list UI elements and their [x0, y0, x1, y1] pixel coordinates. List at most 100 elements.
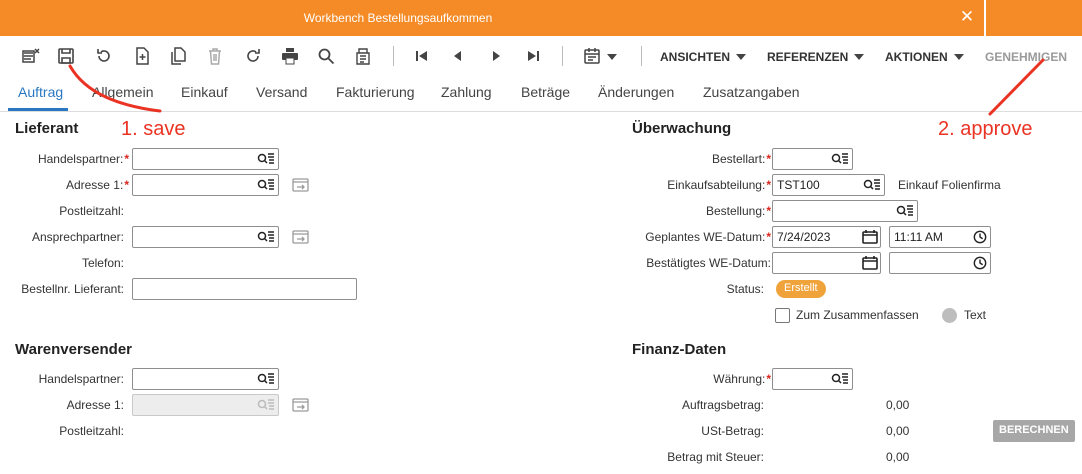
- close-icon[interactable]: ✕: [958, 7, 976, 27]
- new-cancel-icon[interactable]: [20, 45, 42, 67]
- tab-auftrag[interactable]: Auftrag: [18, 84, 63, 100]
- document-list-icon[interactable]: [352, 45, 374, 67]
- section-title-warenversender: Warenversender: [15, 341, 132, 358]
- delete-icon[interactable]: [204, 45, 226, 67]
- lookup-list-icon[interactable]: [896, 204, 914, 218]
- lookup-list-icon[interactable]: [863, 178, 881, 192]
- einkaufsabteilung-description: Einkauf Folienfirma: [898, 178, 1001, 192]
- print-icon[interactable]: [279, 45, 301, 67]
- lookup-list-icon[interactable]: [257, 152, 275, 166]
- required-marker: *: [124, 178, 129, 192]
- save-icon[interactable]: [55, 45, 77, 67]
- bestellart-input[interactable]: [772, 148, 853, 170]
- waehrung-input[interactable]: [772, 368, 853, 390]
- geplantes-date-value: 7/24/2023: [777, 230, 831, 244]
- required-marker: *: [766, 178, 771, 192]
- label-waehrung-text: Währung:: [713, 372, 766, 386]
- required-marker: *: [766, 152, 771, 166]
- required-marker: *: [124, 152, 129, 166]
- warenversender-handelspartner-input[interactable]: [132, 368, 279, 390]
- tab-aenderungen[interactable]: Änderungen: [598, 84, 674, 100]
- label-bestellart-text: Bestellart:: [711, 152, 766, 166]
- status-badge: Erstellt: [776, 280, 826, 298]
- lieferant-handelspartner-input[interactable]: [132, 148, 279, 170]
- berechnen-button[interactable]: BERECHNEN: [993, 420, 1075, 442]
- title-separator: [984, 0, 986, 36]
- tab-einkauf[interactable]: Einkauf: [181, 84, 228, 100]
- label-bestellnr-lieferant: Bestellnr. Lieferant:: [21, 282, 124, 296]
- section-title-finanz-daten: Finanz-Daten: [632, 341, 727, 358]
- lookup-list-icon[interactable]: [831, 372, 849, 386]
- text-indicator-dot[interactable]: [942, 308, 957, 323]
- toolbar-separator: [641, 46, 642, 66]
- section-title-ueberwachung: Überwachung: [632, 120, 732, 137]
- einkaufsabteilung-input[interactable]: TST100: [772, 174, 885, 196]
- previous-record-icon[interactable]: [447, 45, 469, 67]
- required-marker: *: [766, 204, 771, 218]
- undo-icon[interactable]: [93, 45, 115, 67]
- label-postleitzahl: Postleitzahl:: [59, 204, 124, 218]
- new-record-icon[interactable]: [131, 45, 153, 67]
- toolbar-separator: [562, 46, 563, 66]
- label-einkaufsabteilung: Einkaufsabteilung:*: [667, 178, 771, 192]
- label-einkaufsabteilung-text: Einkaufsabteilung:: [667, 178, 766, 192]
- last-record-icon[interactable]: [522, 45, 544, 67]
- label-handelspartner: Handelspartner:*: [38, 152, 129, 166]
- tab-zahlung[interactable]: Zahlung: [441, 84, 492, 100]
- warenversender-adresse-input: [132, 394, 279, 416]
- copy-icon[interactable]: [167, 45, 189, 67]
- clock-icon[interactable]: [971, 230, 987, 244]
- calendar-icon[interactable]: [861, 230, 878, 244]
- tab-allgemein[interactable]: Allgemein: [92, 84, 153, 100]
- text-indicator-label: Text: [964, 308, 987, 322]
- window-title: Workbench Bestellungsaufkommen: [303, 11, 493, 25]
- lieferant-adresse-input[interactable]: [132, 174, 279, 196]
- bestaetigtes-time-input[interactable]: [889, 252, 991, 274]
- first-record-icon[interactable]: [411, 45, 433, 67]
- geplantes-time-input[interactable]: 11:11 AM: [889, 226, 991, 248]
- label-bestaetigtes-we-datum: Bestätigtes WE-Datum:: [646, 256, 771, 270]
- refresh-icon[interactable]: [242, 45, 264, 67]
- menu-aktionen[interactable]: AKTIONEN: [885, 50, 964, 64]
- label-wv-postleitzahl: Postleitzahl:: [59, 424, 124, 438]
- open-address-icon[interactable]: [292, 178, 310, 192]
- open-address-icon[interactable]: [292, 398, 310, 412]
- menu-ansichten[interactable]: ANSICHTEN: [660, 50, 747, 64]
- lookup-list-icon[interactable]: [257, 178, 275, 192]
- tab-bar: Auftrag Allgemein Einkauf Versand Faktur…: [0, 78, 1082, 112]
- next-record-icon[interactable]: [485, 45, 507, 67]
- bestellnr-lieferant-input[interactable]: [132, 278, 357, 300]
- lookup-list-icon[interactable]: [257, 372, 275, 386]
- tab-fakturierung[interactable]: Fakturierung: [336, 84, 415, 100]
- lookup-list-icon[interactable]: [257, 230, 275, 244]
- clock-icon[interactable]: [971, 256, 987, 270]
- label-wv-handelspartner: Handelspartner:: [38, 372, 124, 386]
- lookup-list-icon[interactable]: [831, 152, 849, 166]
- open-contact-icon[interactable]: [292, 230, 310, 244]
- calendar-icon[interactable]: [581, 45, 603, 67]
- tab-versand[interactable]: Versand: [256, 84, 307, 100]
- chevron-down-icon: [736, 54, 747, 60]
- label-bestellung: Bestellung:*: [706, 204, 771, 218]
- bestaetigtes-date-input[interactable]: [772, 252, 881, 274]
- geplantes-date-input[interactable]: 7/24/2023: [772, 226, 881, 248]
- search-icon[interactable]: [315, 45, 337, 67]
- betrag-mit-steuer-value: 0,00: [886, 450, 910, 464]
- menu-referenzen[interactable]: REFERENZEN: [767, 50, 865, 64]
- zum-zusammenfassen-checkbox[interactable]: [775, 308, 790, 323]
- menu-genehmigen[interactable]: GENEHMIGEN: [985, 50, 1067, 64]
- geplantes-time-value: 11:11 AM: [894, 230, 943, 244]
- menu-aktionen-label: AKTIONEN: [885, 50, 948, 64]
- label-adresse-text: Adresse 1:: [65, 178, 124, 192]
- label-ust-betrag: USt-Betrag:: [701, 424, 764, 438]
- bestellung-input[interactable]: [772, 200, 918, 222]
- toolbar-separator: [393, 46, 394, 66]
- tab-betraege[interactable]: Beträge: [521, 84, 570, 100]
- calendar-icon[interactable]: [861, 256, 878, 270]
- tab-zusatzangaben[interactable]: Zusatzangaben: [703, 84, 800, 100]
- lieferant-ansprechpartner-input[interactable]: [132, 226, 279, 248]
- annotation-step-approve: 2. approve: [938, 118, 1033, 140]
- label-handelspartner-text: Handelspartner:: [37, 152, 124, 166]
- section-title-lieferant: Lieferant: [15, 120, 79, 137]
- calendar-dropdown-chevron-icon[interactable]: [603, 45, 621, 67]
